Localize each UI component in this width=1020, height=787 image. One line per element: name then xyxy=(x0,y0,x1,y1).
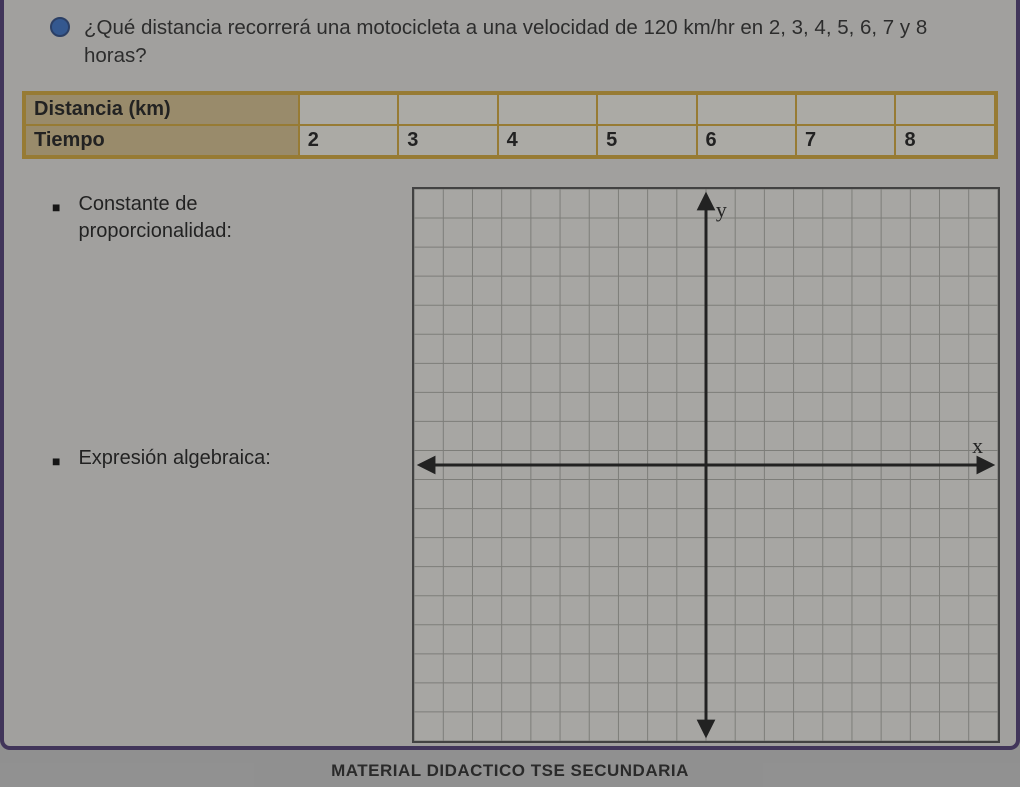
footer-text: MATERIAL DIDACTICO TSE SECUNDARIA xyxy=(0,761,1020,781)
table-cell: 4 xyxy=(498,125,597,156)
left-prompts: ■ Constante de proporcionalidad: ■ Expre… xyxy=(52,187,342,743)
question-block: ¿Qué distancia recorrerá una motocicleta… xyxy=(22,14,998,69)
table-row: Distancia (km) xyxy=(25,94,995,125)
arrow-right-icon xyxy=(978,458,992,472)
row-header-time: Tiempo xyxy=(25,125,299,156)
table-cell[interactable] xyxy=(895,94,995,125)
table-cell[interactable] xyxy=(597,94,696,125)
question-text: ¿Qué distancia recorrerá una motocicleta… xyxy=(84,14,970,69)
table-cell[interactable] xyxy=(498,94,597,125)
prompt-expression-label: Expresión algebraica: xyxy=(78,445,270,472)
below-section: ■ Constante de proporcionalidad: ■ Expre… xyxy=(22,187,998,743)
arrow-down-icon xyxy=(699,721,713,735)
table-cell: 3 xyxy=(398,125,497,156)
prompt-constant: ■ Constante de proporcionalidad: xyxy=(52,191,342,245)
data-table: Distancia (km) Tiempo 2 3 4 5 6 7 8 xyxy=(22,91,998,159)
square-bullet-icon: ■ xyxy=(52,198,60,245)
table-cell: 2 xyxy=(299,125,398,156)
square-bullet-icon: ■ xyxy=(52,452,60,472)
prompt-expression: ■ Expresión algebraica: xyxy=(52,445,342,472)
bullet-dot-icon xyxy=(50,17,70,37)
table-cell: 6 xyxy=(697,125,796,156)
table-cell: 7 xyxy=(796,125,895,156)
arrow-left-icon xyxy=(420,458,434,472)
prompt-constant-label: Constante de proporcionalidad: xyxy=(78,191,342,245)
x-axis-label: x xyxy=(972,434,983,458)
grid-svg: y x xyxy=(414,189,998,741)
table-row: Tiempo 2 3 4 5 6 7 8 xyxy=(25,125,995,156)
table-cell[interactable] xyxy=(796,94,895,125)
table-cell: 8 xyxy=(895,125,995,156)
row-header-distance: Distancia (km) xyxy=(25,94,299,125)
y-axis-label: y xyxy=(716,198,727,222)
worksheet-frame: ¿Qué distancia recorrerá una motocicleta… xyxy=(0,0,1020,750)
coordinate-plane: y x xyxy=(412,187,1000,743)
table-cell: 5 xyxy=(597,125,696,156)
arrow-up-icon xyxy=(699,195,713,209)
table-cell[interactable] xyxy=(697,94,796,125)
table-cell[interactable] xyxy=(398,94,497,125)
table-cell[interactable] xyxy=(299,94,398,125)
